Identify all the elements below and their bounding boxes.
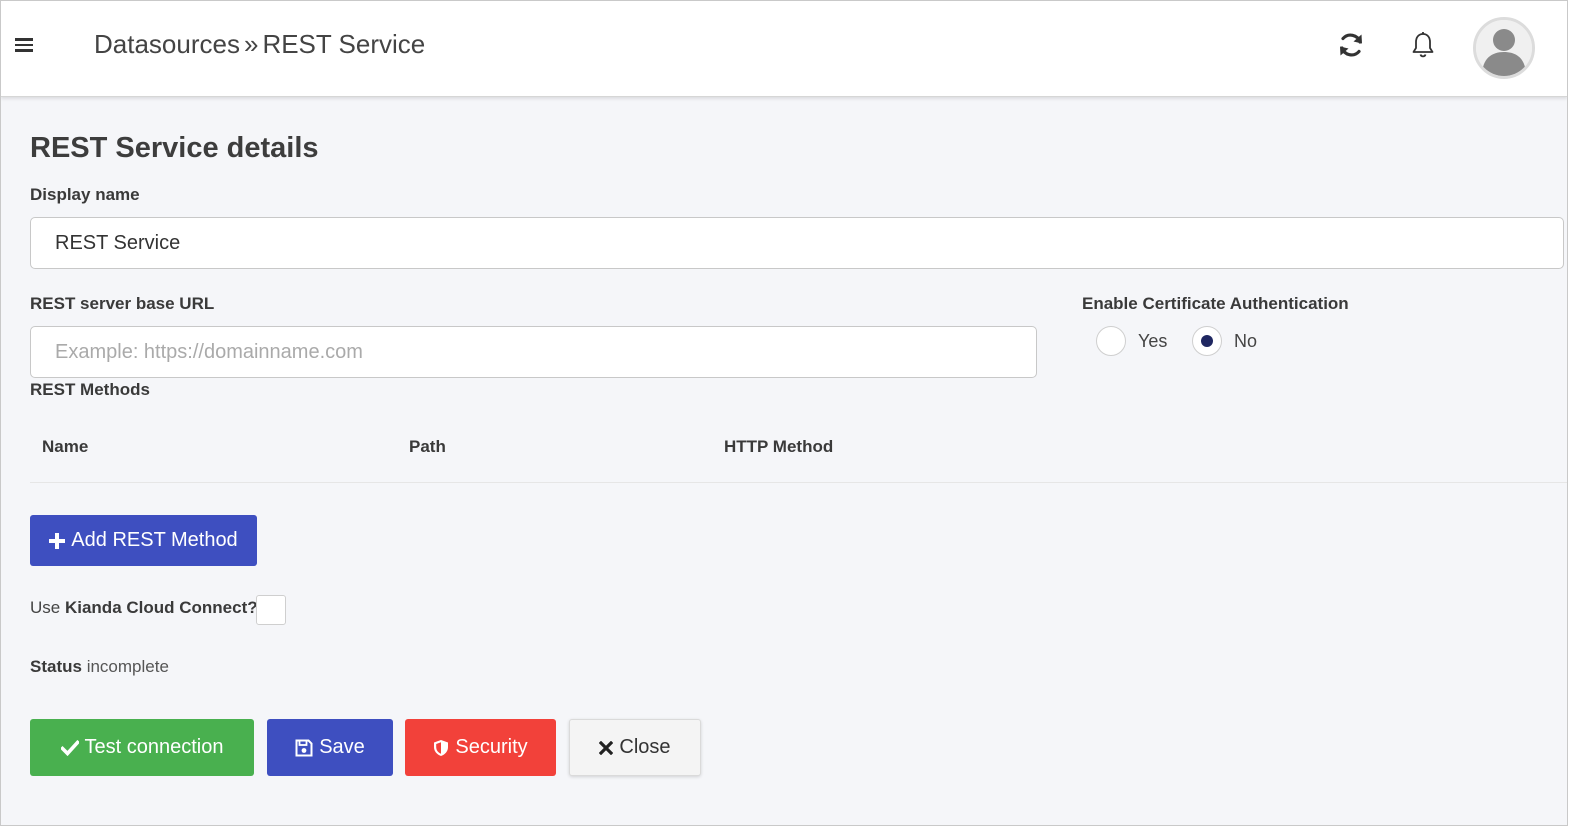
test-connection-button[interactable]: Test connection: [30, 719, 254, 776]
menu-icon[interactable]: [15, 35, 37, 57]
check-icon: [60, 739, 79, 756]
table-divider: [30, 482, 1567, 483]
breadcrumb-current: REST Service: [262, 29, 426, 59]
column-header-http-method: HTTP Method: [724, 437, 834, 456]
app-window: Datasources» REST Service REST Service de…: [0, 0, 1568, 826]
save-label: Save: [319, 736, 365, 758]
base-url-input[interactable]: [30, 326, 1037, 378]
floppy-disk-icon: [295, 739, 313, 756]
breadcrumb: Datasources» REST Service: [94, 29, 425, 60]
status-value: incomplete: [86, 657, 169, 676]
save-button[interactable]: Save: [267, 719, 393, 776]
rest-methods-label: REST Methods: [30, 380, 150, 399]
cert-auth-yes-radio[interactable]: [1096, 326, 1126, 356]
refresh-icon[interactable]: [1335, 29, 1367, 61]
cloud-connect-label: Use Kianda Cloud Connect?: [30, 598, 258, 618]
shield-icon: [434, 739, 449, 756]
breadcrumb-parent[interactable]: Datasources: [94, 29, 240, 59]
status-text: Status incomplete: [30, 657, 169, 677]
cloud-connect-prefix: Use: [30, 598, 61, 617]
base-url-label: REST server base URL: [30, 294, 215, 313]
bell-icon[interactable]: [1407, 29, 1439, 61]
display-name-label: Display name: [30, 185, 140, 204]
cert-auth-yes-label: Yes: [1138, 330, 1168, 351]
column-header-path: Path: [409, 437, 446, 456]
cloud-connect-name: Kianda Cloud Connect?: [64, 598, 258, 617]
top-bar: Datasources» REST Service: [1, 1, 1567, 97]
security-button[interactable]: Security: [405, 719, 556, 776]
cert-auth-no-label: No: [1234, 330, 1258, 351]
cert-auth-no-option[interactable]: No: [1192, 325, 1257, 357]
breadcrumb-separator: »: [243, 29, 259, 59]
user-avatar[interactable]: [1473, 17, 1535, 79]
close-label: Close: [619, 736, 671, 758]
column-header-name: Name: [42, 437, 89, 456]
close-icon: [599, 740, 614, 755]
plus-icon: [49, 532, 66, 549]
cert-auth-no-radio[interactable]: [1192, 326, 1222, 356]
display-name-input[interactable]: [30, 217, 1564, 269]
page-title: REST Service details: [30, 132, 319, 164]
close-button[interactable]: Close: [569, 719, 701, 776]
cert-auth-label: Enable Certificate Authentication: [1082, 294, 1349, 313]
security-label: Security: [455, 736, 528, 758]
status-label: Status: [30, 657, 82, 676]
cert-auth-yes-option[interactable]: Yes: [1096, 325, 1167, 357]
cloud-connect-checkbox[interactable]: [256, 595, 286, 625]
add-rest-method-label: Add REST Method: [71, 529, 238, 551]
user-icon: [1476, 20, 1532, 76]
add-rest-method-button[interactable]: Add REST Method: [30, 515, 257, 566]
test-connection-label: Test connection: [84, 736, 224, 758]
